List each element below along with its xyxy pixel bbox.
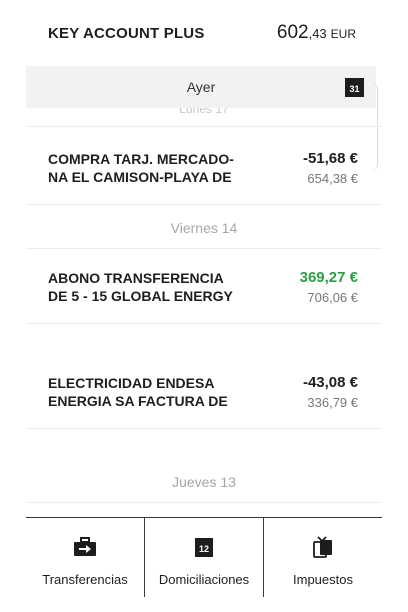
calendar-badge: 12 bbox=[195, 537, 213, 557]
transaction-description: ELECTRICIDAD ENDESA ENERGIA SA FACTURA D… bbox=[48, 374, 248, 412]
tab-label: Impuestos bbox=[293, 572, 353, 587]
transaction-values: 369,27 € 706,06 € bbox=[300, 269, 358, 307]
transaction-amount: -51,68 € bbox=[302, 150, 358, 167]
balance-integer: 602 bbox=[276, 22, 309, 43]
account-balance: 602,43 EUR bbox=[277, 22, 356, 44]
transaction-values: -51,68 € 654,38 € bbox=[303, 150, 358, 188]
tab-label: Domiciliaciones bbox=[158, 572, 250, 587]
divider bbox=[26, 502, 382, 503]
bottom-tab-bar: Transferencias 12 Domiciliaciones Impues… bbox=[26, 517, 382, 597]
day-label: Viernes 14 bbox=[170, 220, 238, 236]
transaction-values: -43,08 € 336,79 € bbox=[303, 374, 358, 412]
divider bbox=[26, 204, 382, 205]
transaction-row[interactable]: ELECTRICIDAD ENDESA ENERGIA SA FACTURA D… bbox=[48, 374, 358, 412]
balance-currency: EUR bbox=[330, 27, 356, 41]
tab-impuestos[interactable]: Impuestos bbox=[263, 518, 382, 597]
account-name: KEY ACCOUNT PLUS bbox=[48, 24, 205, 42]
transaction-desc-line: NA EL CAMISON-PLAYA DE bbox=[48, 169, 232, 185]
transaction-row[interactable]: COMPRA TARJ. MERCADO- NA EL CAMISON-PLAY… bbox=[48, 150, 358, 188]
day-label-peek: Lunes 17 bbox=[179, 108, 229, 116]
calendar-icon[interactable]: 31 bbox=[345, 78, 364, 97]
day-label: Jueves 13 bbox=[172, 474, 236, 490]
transfer-briefcase-icon bbox=[73, 536, 97, 558]
divider bbox=[26, 428, 382, 429]
divider bbox=[26, 323, 382, 324]
calendar-icon: 12 bbox=[195, 536, 213, 558]
transaction-desc-line: ENERGIA SA FACTURA DE bbox=[48, 393, 228, 409]
tab-transferencias[interactable]: Transferencias bbox=[26, 518, 144, 597]
transaction-desc-line: ELECTRICIDAD ENDESA bbox=[48, 375, 215, 391]
balance-decimal: ,43 bbox=[308, 26, 327, 41]
transaction-desc-line: DE 5 - 15 GLOBAL ENERGY bbox=[48, 288, 233, 304]
transaction-description: ABONO TRANSFERENCIA DE 5 - 15 GLOBAL ENE… bbox=[48, 269, 248, 307]
scrollbar[interactable] bbox=[370, 82, 378, 172]
transaction-amount: 369,27 € bbox=[299, 269, 358, 286]
date-filter-bar[interactable]: Ayer 31 bbox=[26, 66, 376, 108]
receipt-icon bbox=[312, 536, 334, 558]
transaction-desc-line: COMPRA TARJ. MERCADO- bbox=[48, 151, 234, 167]
transaction-balance: 654,38 € bbox=[307, 171, 358, 186]
date-bar-label: Ayer bbox=[186, 79, 216, 95]
transaction-amount: -43,08 € bbox=[302, 374, 358, 391]
divider bbox=[26, 248, 382, 249]
transaction-balance: 706,06 € bbox=[307, 290, 358, 305]
transaction-description: COMPRA TARJ. MERCADO- NA EL CAMISON-PLAY… bbox=[48, 150, 248, 188]
transaction-row[interactable]: ABONO TRANSFERENCIA DE 5 - 15 GLOBAL ENE… bbox=[48, 269, 358, 307]
tab-domiciliaciones[interactable]: 12 Domiciliaciones bbox=[144, 518, 263, 597]
tab-label: Transferencias bbox=[42, 572, 128, 587]
account-header: KEY ACCOUNT PLUS 602,43 EUR bbox=[0, 0, 408, 66]
divider bbox=[26, 126, 382, 127]
transaction-desc-line: ABONO TRANSFERENCIA bbox=[48, 270, 224, 286]
transaction-balance: 336,79 € bbox=[307, 395, 358, 410]
